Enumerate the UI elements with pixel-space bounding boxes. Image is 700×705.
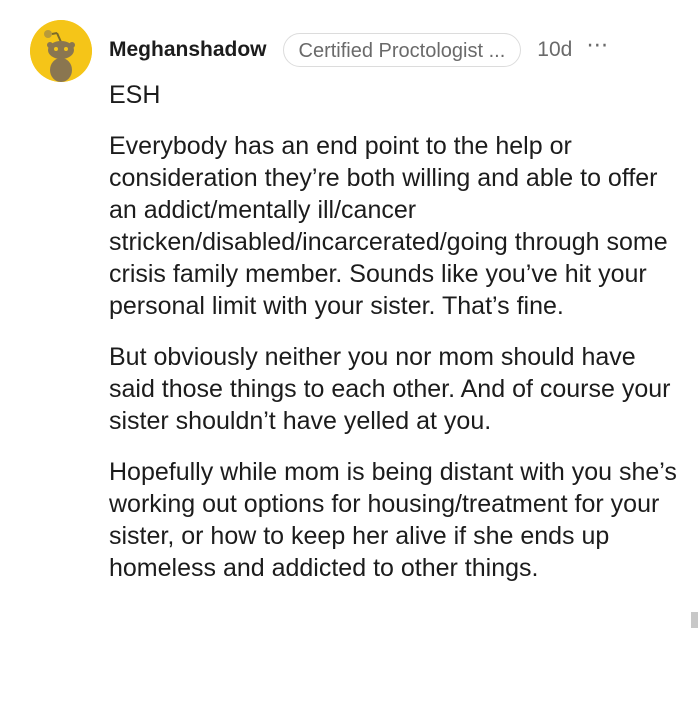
comment-paragraph: Everybody has an end point to the help o… bbox=[109, 132, 668, 320]
comment-paragraph: Hopefully while mom is being distant wit… bbox=[109, 458, 677, 582]
more-options-icon[interactable]: ⋯ bbox=[586, 34, 609, 56]
timestamp: 10d bbox=[537, 38, 573, 61]
username[interactable]: Meghanshadow bbox=[109, 38, 267, 62]
comment-paragraph: ESH bbox=[109, 81, 161, 109]
comment-body: ESH Everybody has an end point to the he… bbox=[109, 79, 679, 603]
scrollbar-thumb[interactable] bbox=[691, 612, 698, 628]
user-flair: Certified Proctologist ... bbox=[282, 33, 522, 67]
comment-header: Meghanshadow Certified Proctologist ... … bbox=[109, 30, 609, 70]
snoo-avatar-icon bbox=[30, 20, 92, 82]
avatar[interactable] bbox=[30, 20, 92, 82]
comment-paragraph: But obviously neither you nor mom should… bbox=[109, 343, 671, 435]
comment: Meghanshadow Certified Proctologist ... … bbox=[0, 0, 700, 705]
